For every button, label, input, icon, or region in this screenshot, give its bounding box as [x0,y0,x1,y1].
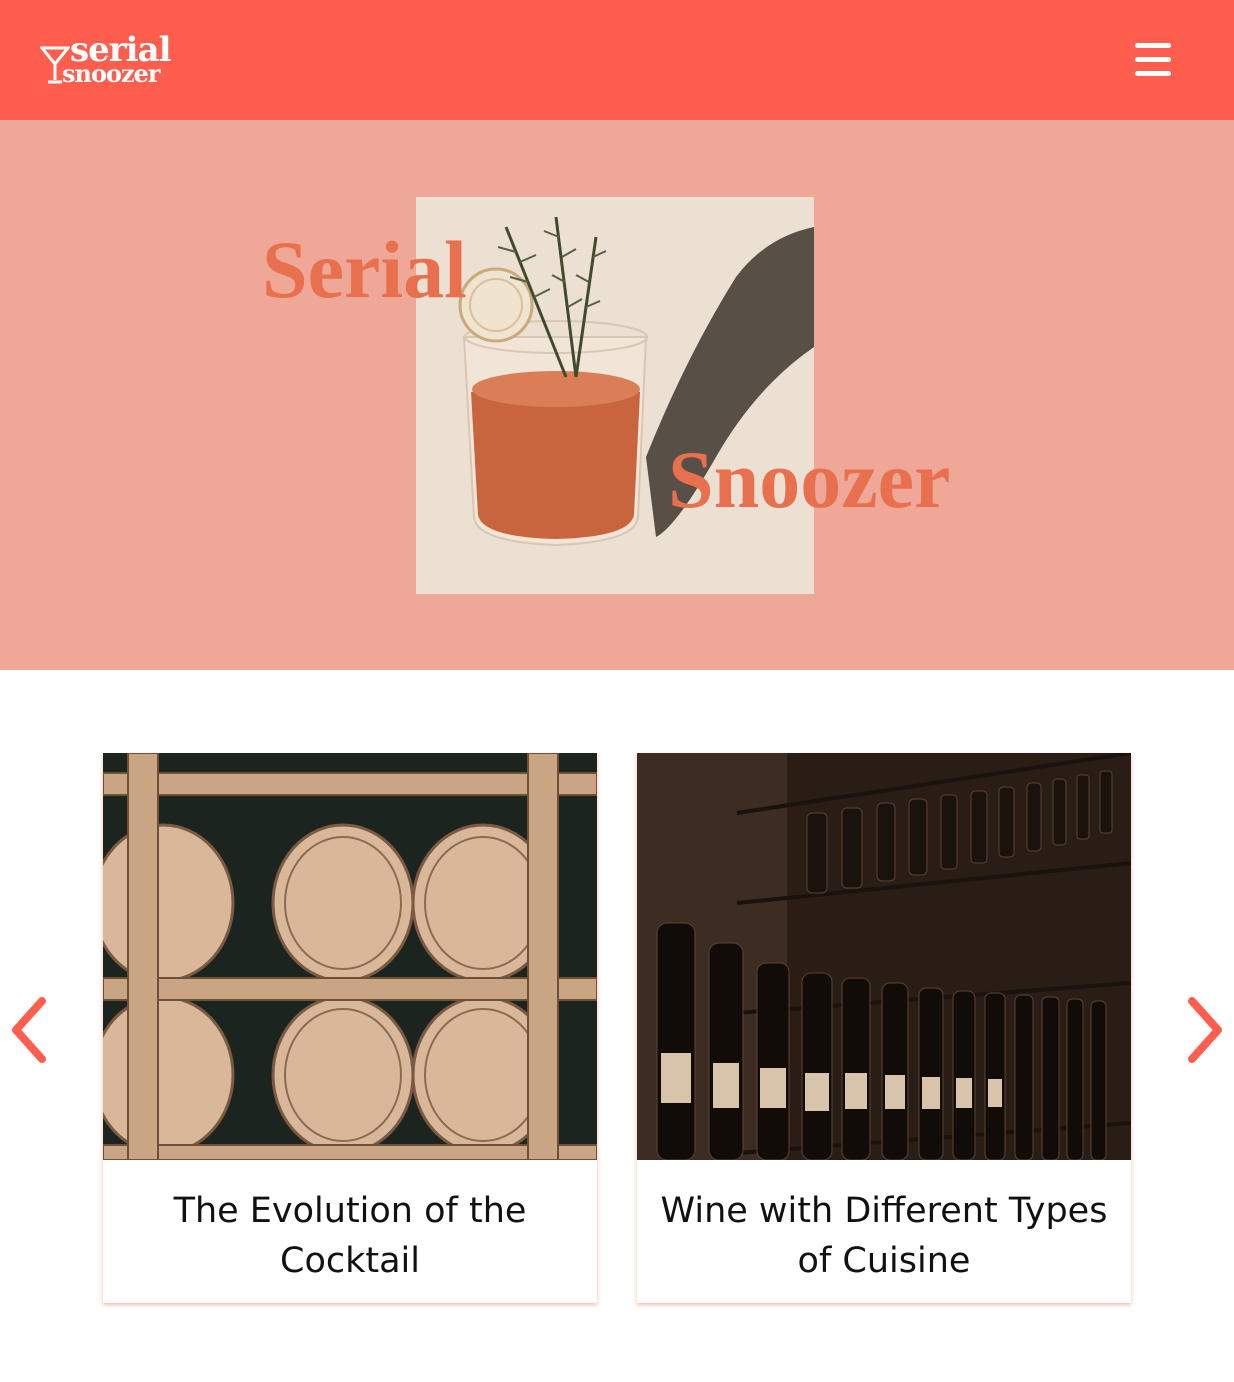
site-header: serial snoozer [0,0,1234,120]
article-card[interactable]: The Evolution of the Cocktail [103,753,597,1303]
article-card[interactable]: Wine with Different Types of Cuisine [637,753,1131,1303]
article-card-title: The Evolution of the Cocktail [173,1191,527,1281]
hero-title-snoozer: Snoozer [668,434,951,525]
whiskey-barrels-image [103,753,597,1160]
cocktail-hero-image [416,197,814,594]
article-carousel: The Evolution of the Cocktail Wine with … [0,670,1234,1382]
hero-banner: Serial Snoozer [0,120,1234,670]
hamburger-menu-icon[interactable] [1132,40,1174,80]
wine-shelves-image [637,753,1131,1160]
chevron-left-icon[interactable] [6,995,50,1065]
hero-title-serial: Serial [262,224,467,315]
site-logo[interactable]: serial snoozer [40,30,172,90]
chevron-right-icon[interactable] [1184,995,1228,1065]
logo-text-snoozer: snoozer [62,59,161,88]
article-card-title: Wine with Different Types of Cuisine [660,1191,1108,1281]
